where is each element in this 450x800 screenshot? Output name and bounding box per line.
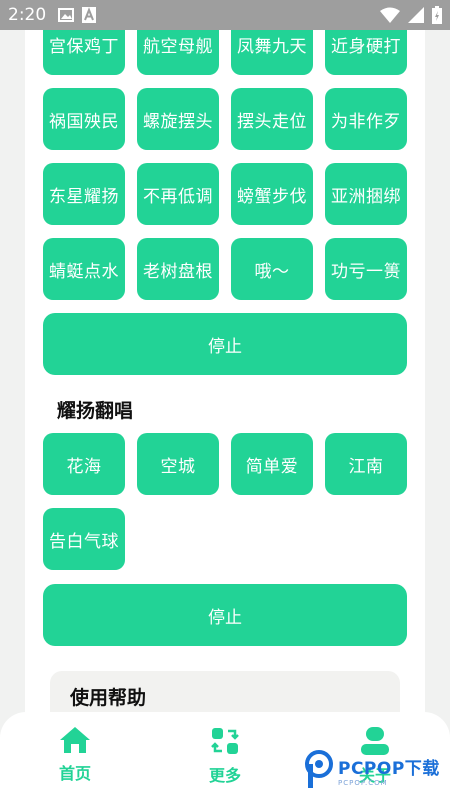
text-app-icon (82, 7, 97, 23)
song-grid: 花海 空城 简单爱 江南 告白气球 (43, 433, 407, 570)
nav-label-home: 首页 (58, 764, 91, 783)
wifi-icon (380, 7, 400, 23)
phrase-button[interactable]: 东星耀扬 (43, 163, 125, 225)
phrase-button[interactable]: 功亏一篑 (325, 238, 407, 300)
signal-icon (408, 7, 424, 23)
swap-icon (211, 728, 239, 754)
phrase-button[interactable]: 哦～ (231, 238, 313, 300)
status-icons-left (58, 7, 97, 23)
phrase-button[interactable]: 不再低调 (137, 163, 219, 225)
stop-button-songs[interactable]: 停止 (43, 584, 407, 646)
song-button[interactable]: 江南 (325, 433, 407, 495)
phrase-button[interactable]: 老树盘根 (137, 238, 219, 300)
song-button[interactable]: 空城 (137, 433, 219, 495)
stop-button[interactable]: 停止 (43, 313, 407, 375)
status-time: 2:20 (8, 5, 47, 25)
phrase-button[interactable]: 亚洲捆绑 (325, 163, 407, 225)
song-button[interactable]: 花海 (43, 433, 125, 495)
phrase-button[interactable]: 祸国殃民 (43, 88, 125, 150)
status-icons-right (380, 6, 442, 24)
home-icon (60, 727, 90, 753)
gallery-icon (58, 8, 75, 22)
nav-label-more: 更多 (208, 766, 241, 785)
main-content: 宫保鸡丁 航空母舰 凤舞九天 近身硬打 祸国殃民 螺旋摆头 摆头走位 为非作歹 … (25, 0, 425, 800)
phrase-button[interactable]: 螃蟹步伐 (231, 163, 313, 225)
nav-item-home[interactable]: 首页 (0, 712, 150, 800)
section-title-covers: 耀扬翻唱 (57, 400, 134, 422)
nav-item-more[interactable]: 更多 (150, 712, 300, 800)
phrase-button[interactable]: 摆头走位 (231, 88, 313, 150)
status-bar: 2:20 (0, 0, 450, 30)
phrase-button[interactable]: 蜻蜓点水 (43, 238, 125, 300)
watermark-text: PCPOP下载 (338, 758, 440, 779)
watermark: PCPOP下载 PCPOP.COM (304, 748, 440, 792)
help-title: 使用帮助 (70, 687, 147, 709)
phrase-button[interactable]: 为非作歹 (325, 88, 407, 150)
pcpop-logo-icon (305, 750, 333, 788)
watermark-subtext: PCPOP.COM (338, 778, 388, 787)
battery-icon (432, 6, 442, 24)
song-button[interactable]: 告白气球 (43, 508, 125, 570)
song-button[interactable]: 简单爱 (231, 433, 313, 495)
phrase-button[interactable]: 螺旋摆头 (137, 88, 219, 150)
phrase-grid: 宫保鸡丁 航空母舰 凤舞九天 近身硬打 祸国殃民 螺旋摆头 摆头走位 为非作歹 … (43, 13, 407, 300)
